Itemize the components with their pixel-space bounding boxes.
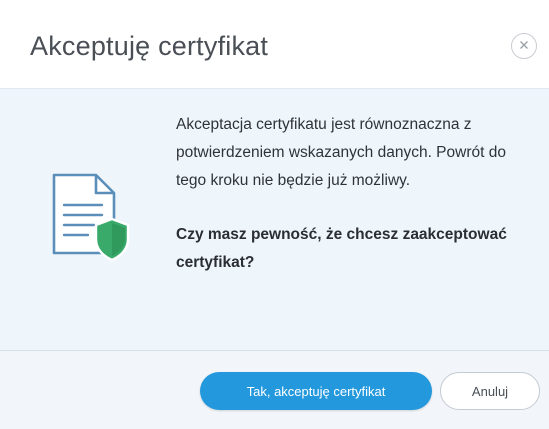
accept-certificate-dialog: Akceptuję certyfikat Akceptacja certyfik… bbox=[0, 0, 549, 429]
dialog-content: Akceptacja certyfikatu jest równoznaczna… bbox=[0, 88, 549, 350]
dialog-message: Akceptacja certyfikatu jest równoznaczna… bbox=[176, 116, 506, 189]
dialog-question: Czy masz pewność, że chcesz zaakceptować… bbox=[176, 226, 507, 271]
accept-certificate-button[interactable]: Tak, akceptuję certyfikat bbox=[200, 372, 432, 410]
dialog-title: Akceptuję certyfikat bbox=[30, 31, 269, 61]
dialog-footer: Tak, akceptuję certyfikat Anuluj bbox=[0, 350, 549, 429]
document-shield-icon bbox=[40, 167, 136, 267]
dialog-message-block: Akceptacja certyfikatu jest równoznaczna… bbox=[176, 111, 526, 277]
cancel-button[interactable]: Anuluj bbox=[440, 372, 540, 410]
close-button[interactable] bbox=[511, 33, 537, 59]
close-icon bbox=[519, 37, 529, 55]
dialog-header: Akceptuję certyfikat bbox=[0, 0, 549, 88]
